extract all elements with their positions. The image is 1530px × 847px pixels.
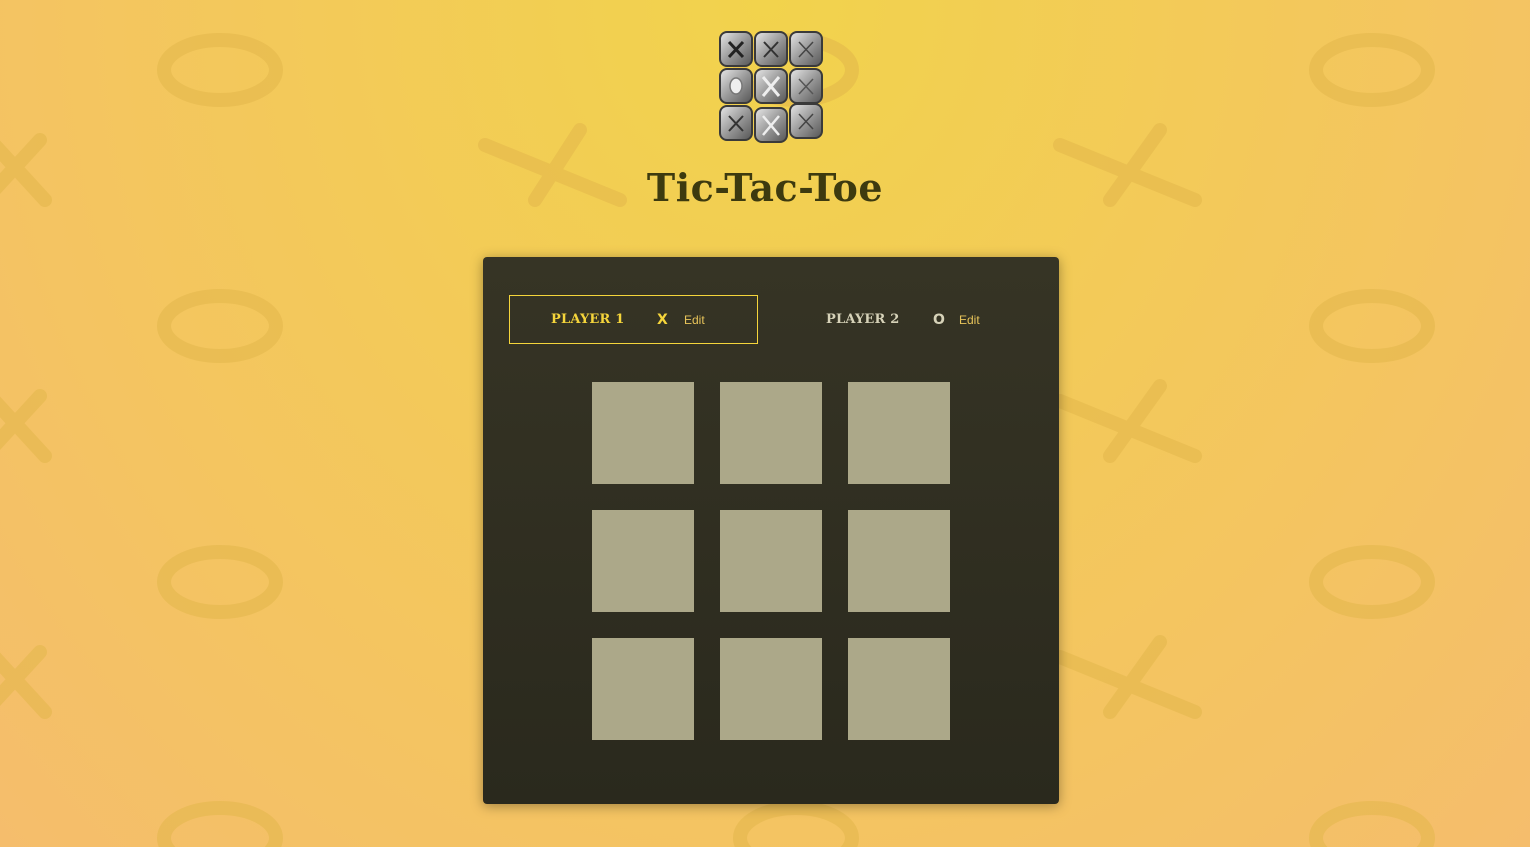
board-cell[interactable] <box>848 638 950 740</box>
board-cell[interactable] <box>592 638 694 740</box>
background-o-icon <box>157 801 283 847</box>
background-o-icon <box>157 545 283 619</box>
board-cell[interactable] <box>592 510 694 612</box>
background-o-icon <box>1309 33 1435 107</box>
background-o-icon <box>157 289 283 363</box>
background-x-icon <box>1053 379 1202 463</box>
background-o-icon <box>1309 545 1435 619</box>
game-panel: PLAYER 1 X Edit PLAYER 2 O Edit <box>483 257 1059 804</box>
board-cell[interactable] <box>592 382 694 484</box>
board-cell[interactable] <box>720 510 822 612</box>
board-cell[interactable] <box>720 638 822 740</box>
board-cell[interactable] <box>848 510 950 612</box>
game-board <box>592 382 950 740</box>
player-1-card: PLAYER 1 X Edit <box>509 295 758 344</box>
board-cell[interactable] <box>848 382 950 484</box>
tic-tac-toe-logo-icon <box>719 31 823 143</box>
player-2-symbol: O <box>933 311 945 328</box>
background-o-icon <box>733 801 859 847</box>
player-2-name: PLAYER 2 <box>826 312 900 327</box>
background-o-icon <box>1309 801 1435 847</box>
player-2-edit-button[interactable]: Edit <box>959 313 980 327</box>
background-o-icon <box>1309 289 1435 363</box>
background-x-icon <box>0 645 52 719</box>
player-1-symbol: X <box>657 311 668 328</box>
player-1-edit-button[interactable]: Edit <box>684 313 705 327</box>
background-x-icon <box>0 389 52 463</box>
player-2-card: PLAYER 2 O Edit <box>784 295 1033 344</box>
player-1-name: PLAYER 1 <box>551 312 625 327</box>
board-cell[interactable] <box>720 382 822 484</box>
page-title: Tic-Tac-Toe <box>646 165 884 210</box>
background-o-icon <box>157 33 283 107</box>
background-x-icon <box>1053 635 1202 719</box>
